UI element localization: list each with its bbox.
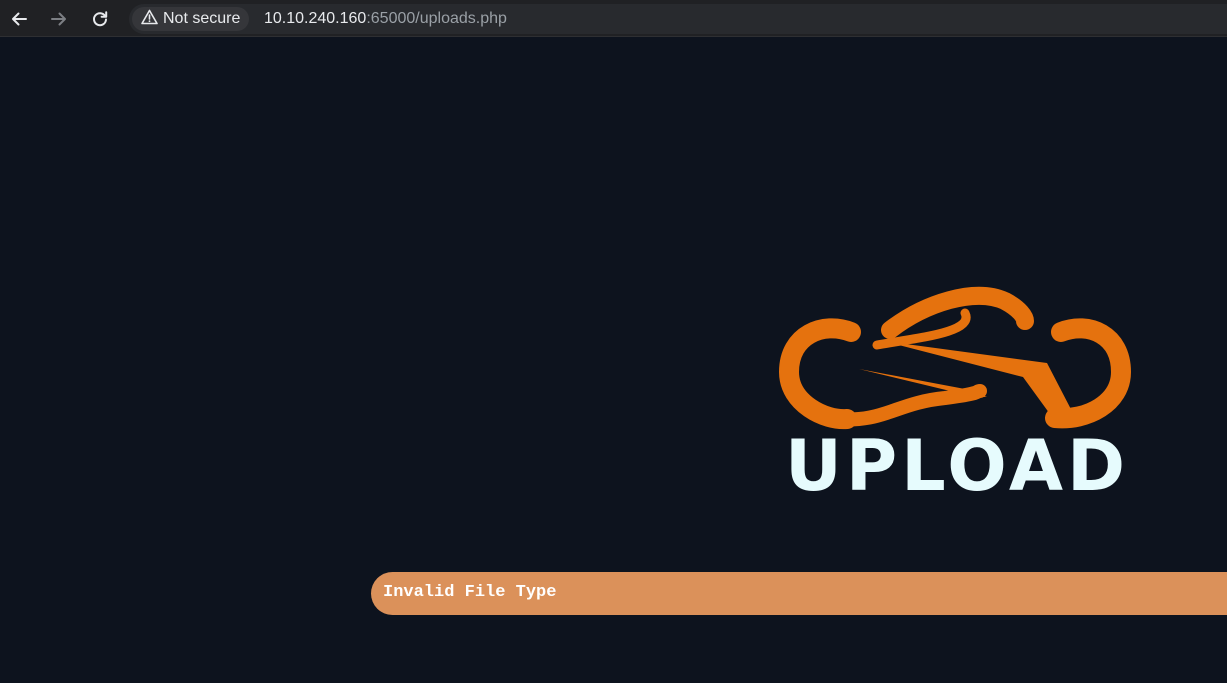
url-path: :65000/uploads.php	[366, 10, 507, 27]
reload-icon	[91, 10, 109, 28]
forward-button[interactable]	[46, 6, 72, 32]
security-indicator-button[interactable]: Not secure	[132, 7, 250, 31]
alert-message: Invalid File Type	[383, 582, 557, 602]
error-alert: Invalid File Type	[371, 572, 1227, 615]
browser-toolbar: Not secure 10.10.240.160:65000/uploads.p…	[0, 0, 1227, 37]
reload-button[interactable]	[87, 6, 113, 32]
forward-arrow-icon	[50, 10, 68, 28]
url-text[interactable]: 10.10.240.160:65000/uploads.php	[264, 10, 507, 28]
page-content: UPLOAD Invalid File Type	[0, 45, 1227, 683]
motorbike-logo-icon	[779, 286, 1131, 430]
address-bar[interactable]: Not secure 10.10.240.160:65000/uploads.p…	[129, 4, 1227, 34]
security-label: Not secure	[163, 10, 241, 27]
back-button[interactable]	[6, 6, 32, 32]
warning-triangle-icon	[141, 9, 158, 30]
url-host: 10.10.240.160	[264, 10, 367, 27]
back-arrow-icon	[10, 10, 28, 28]
logo-wordmark: UPLOAD	[785, 425, 1130, 507]
upload-logo: UPLOAD	[775, 273, 1135, 513]
